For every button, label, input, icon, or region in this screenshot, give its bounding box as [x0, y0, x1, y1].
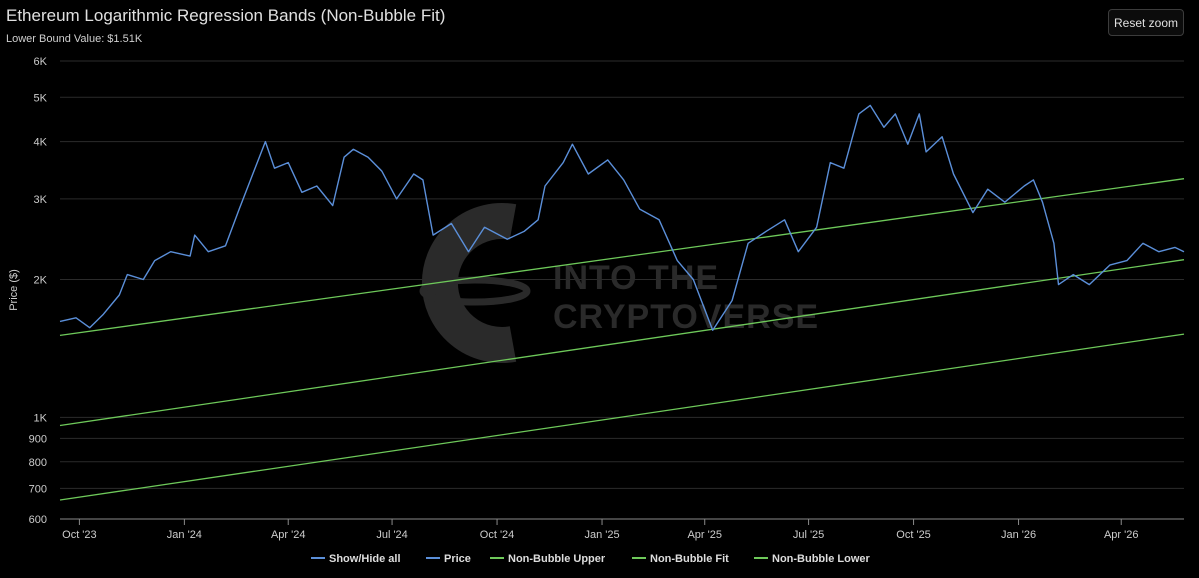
y-tick-label: 800: [29, 457, 47, 469]
x-tick-label: Jan '25: [584, 529, 619, 541]
watermark-line-2: CRYPTOVERSE: [553, 298, 819, 336]
legend-item-show-hide-all: Show/Hide all: [329, 553, 401, 565]
y-tick-label: 700: [29, 483, 47, 495]
legend-item-non-bubble-lower: Non-Bubble Lower: [772, 553, 870, 565]
watermark-line-1: INTO THE: [553, 259, 719, 297]
x-tick-label: Jan '24: [167, 529, 202, 541]
x-axis-ticks: Oct '23 Jan '24 Apr '24 Jul '24 Oct '24 Jan '…: [60, 518, 1184, 541]
legend-item-non-bubble-fit: Non-Bubble Fit: [650, 553, 729, 565]
x-tick-label: Apr '26: [1104, 529, 1139, 541]
y-tick-label: 900: [29, 433, 47, 445]
y-tick-label: 2K: [34, 275, 48, 287]
y-tick-label: 600: [29, 514, 47, 526]
y-tick-label: 5K: [34, 92, 48, 104]
y-tick-label: 4K: [34, 137, 48, 149]
y-tick-label: 3K: [34, 194, 48, 206]
x-tick-label: Apr '24: [271, 529, 306, 541]
watermark: INTO THE CRYPTOVERSE: [419, 203, 819, 363]
chart-area[interactable]: INTO THE CRYPTOVERSE 600 700 800 900 1K 2K 3K 4…: [0, 0, 1199, 578]
x-tick-label: Apr '25: [687, 529, 722, 541]
legend-item-non-bubble-upper: Non-Bubble Upper: [508, 553, 606, 565]
y-axis-ticks: 600 700 800 900 1K 2K 3K 4K 5K 6K: [29, 56, 48, 526]
x-tick-label: Jul '25: [793, 529, 824, 541]
x-tick-label: Oct '24: [480, 529, 515, 541]
x-tick-label: Jan '26: [1001, 529, 1036, 541]
y-axis-label: Price ($): [8, 269, 20, 311]
x-tick-label: Jul '24: [376, 529, 407, 541]
y-tick-label: 6K: [34, 56, 48, 68]
y-tick-label: 1K: [34, 412, 48, 424]
x-tick-label: Oct '25: [896, 529, 931, 541]
legend-item-price: Price: [444, 553, 471, 565]
legend: Show/Hide all Price Non-Bubble Upper Non-Bu…: [311, 553, 870, 565]
x-tick-label: Oct '23: [62, 529, 97, 541]
